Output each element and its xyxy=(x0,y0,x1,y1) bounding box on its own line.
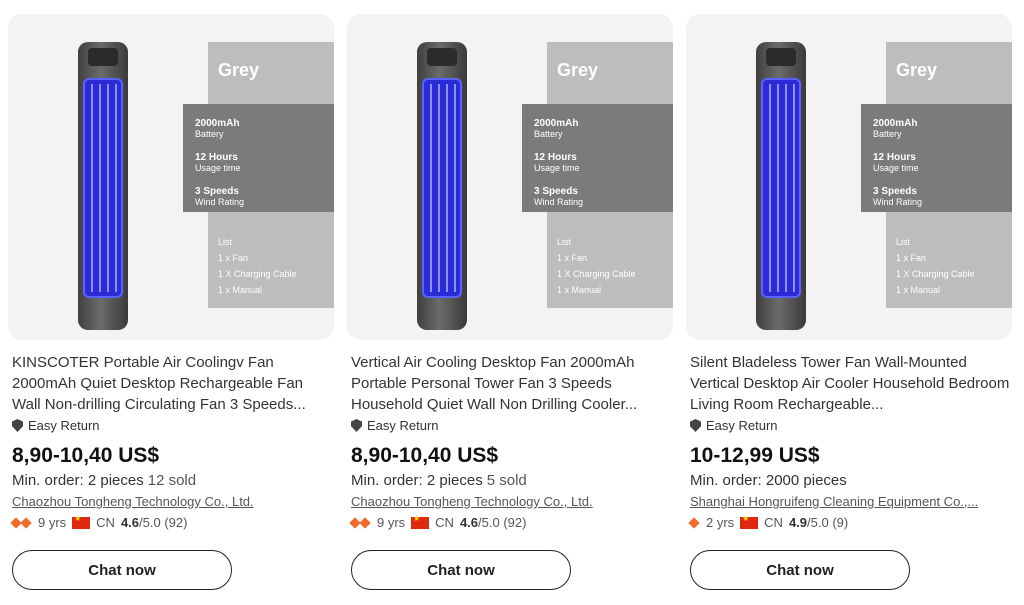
list-item: 1 X Charging Cable xyxy=(218,269,297,279)
min-order: Min. order: 2000 pieces xyxy=(690,472,1012,489)
min-order-label: Min. order: 2 pieces xyxy=(351,472,483,489)
min-order: Min. order: 2 pieces 5 sold xyxy=(351,472,673,489)
product-card[interactable]: Grey 2000mAh Battery 12 Hours Usage time 3… xyxy=(347,14,673,590)
years: 9 yrs xyxy=(377,515,406,530)
product-card[interactable]: Grey 2000mAh Battery 12 Hours Usage time 3… xyxy=(8,14,334,590)
country: CN xyxy=(96,515,115,530)
list-title: List xyxy=(896,237,911,247)
shield-icon xyxy=(12,419,23,432)
fan-illustration xyxy=(417,42,467,332)
rating-value: 4.6 xyxy=(459,515,479,530)
easy-return-badge: Easy Return xyxy=(351,418,673,433)
list-title: List xyxy=(218,237,233,247)
supplier-link[interactable]: Chaozhou Tongheng Technology Co., Ltd. xyxy=(12,494,312,509)
spec-speeds: 3 Speeds xyxy=(873,186,917,197)
spec-speeds-sub: Wind Rating xyxy=(195,197,245,207)
verified-badge-icon xyxy=(349,515,371,530)
min-order: Min. order: 2 pieces 12 sold xyxy=(12,472,334,489)
spec-battery-sub: Battery xyxy=(534,129,563,139)
list-item: 1 x Fan xyxy=(218,253,249,263)
rating: 4.6/5.0 (92) xyxy=(460,515,527,530)
chat-now-button[interactable]: Chat now xyxy=(690,550,910,590)
spec-usage: 12 Hours xyxy=(195,152,238,163)
min-order-label: Min. order: 2000 pieces xyxy=(690,472,847,489)
rating-suffix: /5.0 (92) xyxy=(139,515,188,530)
list-item: 1 X Charging Cable xyxy=(557,269,636,279)
product-image[interactable]: Grey 2000mAh Battery 12 Hours Usage time 3… xyxy=(347,14,673,340)
list-item: 1 x Fan xyxy=(896,253,927,263)
list-item: 1 x Manual xyxy=(896,285,941,295)
years: 2 yrs xyxy=(706,515,735,530)
product-image[interactable]: Grey 2000mAh Battery 12 Hours Usage time 3… xyxy=(686,14,1012,340)
list-item: 1 x Fan xyxy=(557,253,588,263)
verified-badge-icon xyxy=(10,515,32,530)
spec-panel: Grey 2000mAh Battery 12 Hours Usage time 3… xyxy=(861,42,1012,308)
easy-return-label: Easy Return xyxy=(28,418,100,433)
spec-battery: 2000mAh xyxy=(873,118,918,129)
rating: 4.6/5.0 (92) xyxy=(121,515,188,530)
product-title[interactable]: Silent Bladeless Tower Fan Wall-Mounted … xyxy=(690,352,1012,415)
list-item: 1 X Charging Cable xyxy=(896,269,975,279)
easy-return-badge: Easy Return xyxy=(12,418,334,433)
spec-speeds: 3 Speeds xyxy=(534,186,578,197)
spec-usage: 12 Hours xyxy=(534,152,577,163)
list-title: List xyxy=(557,237,572,247)
min-order-label: Min. order: 2 pieces xyxy=(12,472,144,489)
spec-battery: 2000mAh xyxy=(534,118,579,129)
spec-speeds-sub: Wind Rating xyxy=(873,197,923,207)
spec-panel: Grey 2000mAh Battery 12 Hours Usage time 3… xyxy=(183,42,334,308)
product-image[interactable]: Grey 2000mAh Battery 12 Hours Usage time 3… xyxy=(8,14,334,340)
supplier-meta: 9 yrs CN 4.6/5.0 (92) xyxy=(10,514,334,530)
rating-value: 4.6 xyxy=(120,515,140,530)
spec-usage-sub: Usage time xyxy=(195,163,241,173)
product-price: 8,90-10,40 US$ xyxy=(12,444,160,467)
easy-return-label: Easy Return xyxy=(706,418,778,433)
spec-panel: Grey 2000mAh Battery 12 Hours Usage time 3… xyxy=(522,42,673,308)
chat-now-button[interactable]: Chat now xyxy=(12,550,232,590)
rating-suffix: /5.0 (92) xyxy=(478,515,527,530)
china-flag-icon xyxy=(411,514,430,529)
spec-speeds: 3 Speeds xyxy=(195,186,239,197)
spec-battery: 2000mAh xyxy=(195,118,240,129)
supplier-link[interactable]: Shanghai Hongruifeng Cleaning Equipment … xyxy=(690,494,990,509)
list-item: 1 x Manual xyxy=(218,285,263,295)
color-label: Grey xyxy=(218,60,260,80)
fan-illustration xyxy=(78,42,128,332)
supplier-meta: 2 yrs CN 4.9/5.0 (9) xyxy=(688,514,1012,530)
spec-battery-sub: Battery xyxy=(873,129,902,139)
easy-return-badge: Easy Return xyxy=(690,418,1012,433)
product-card[interactable]: Grey 2000mAh Battery 12 Hours Usage time 3… xyxy=(686,14,1012,590)
spec-usage-sub: Usage time xyxy=(534,163,580,173)
shield-icon xyxy=(351,419,362,432)
color-label: Grey xyxy=(896,60,938,80)
spec-usage: 12 Hours xyxy=(873,152,916,163)
spec-speeds-sub: Wind Rating xyxy=(534,197,584,207)
china-flag-icon xyxy=(740,514,759,529)
easy-return-label: Easy Return xyxy=(367,418,439,433)
verified-badge-icon xyxy=(688,515,700,530)
china-flag-icon xyxy=(72,514,91,529)
product-title[interactable]: Vertical Air Cooling Desktop Fan 2000mAh… xyxy=(351,352,673,415)
country: CN xyxy=(764,515,783,530)
color-label: Grey xyxy=(557,60,599,80)
rating-suffix: /5.0 (9) xyxy=(807,515,849,530)
product-title[interactable]: KINSCOTER Portable Air Coolingv Fan 2000… xyxy=(12,352,334,415)
product-grid: Grey 2000mAh Battery 12 Hours Usage time 3… xyxy=(0,0,1024,605)
rating-value: 4.9 xyxy=(788,515,808,530)
chat-now-button[interactable]: Chat now xyxy=(351,550,571,590)
sold-count: 12 sold xyxy=(147,472,197,489)
product-price: 8,90-10,40 US$ xyxy=(351,444,499,467)
rating: 4.9/5.0 (9) xyxy=(789,515,848,530)
shield-icon xyxy=(690,419,701,432)
sold-count: 5 sold xyxy=(486,472,527,489)
years: 9 yrs xyxy=(38,515,67,530)
supplier-meta: 9 yrs CN 4.6/5.0 (92) xyxy=(349,514,673,530)
supplier-link[interactable]: Chaozhou Tongheng Technology Co., Ltd. xyxy=(351,494,651,509)
fan-illustration xyxy=(756,42,806,332)
list-item: 1 x Manual xyxy=(557,285,602,295)
spec-usage-sub: Usage time xyxy=(873,163,919,173)
product-price: 10-12,99 US$ xyxy=(690,444,820,467)
country: CN xyxy=(435,515,454,530)
spec-battery-sub: Battery xyxy=(195,129,224,139)
